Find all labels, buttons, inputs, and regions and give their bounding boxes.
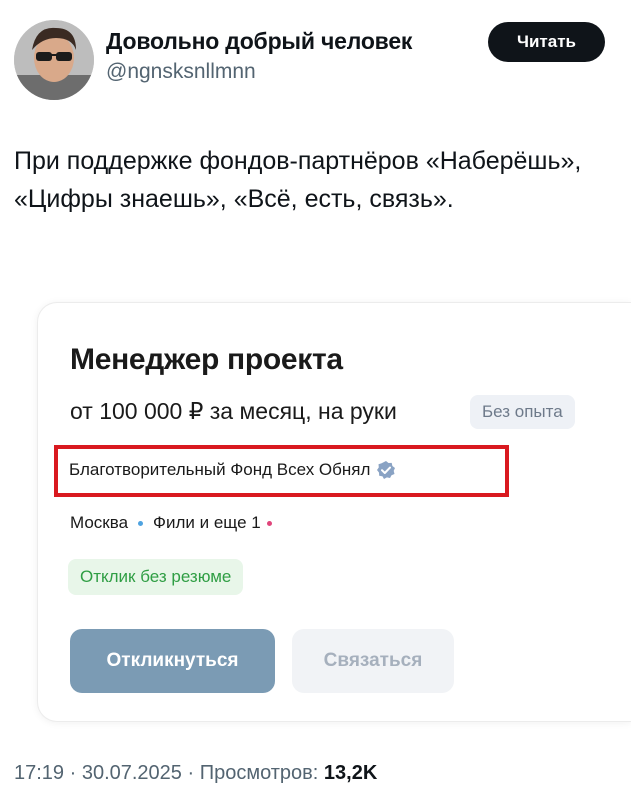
resume-badge: Отклик без резюме (68, 559, 244, 595)
job-card-image[interactable]: Менеджер проекта от 100 000 ₽ за месяц, … (37, 302, 631, 722)
metro-station: Фили и еще 1 (153, 513, 261, 532)
follow-button[interactable]: Читать (488, 22, 605, 62)
display-name[interactable]: Довольно добрый человек (106, 28, 412, 55)
avatar[interactable] (14, 20, 94, 100)
apply-button[interactable]: Откликнуться (70, 629, 275, 693)
timestamp[interactable]: 17:19 · 30.07.2025 · Просмотров: (14, 762, 318, 784)
metro-line-icon (138, 520, 144, 526)
user-handle[interactable]: @ngnsksnllmnn (106, 60, 256, 84)
view-count: 13,2K (323, 762, 378, 784)
contact-button[interactable]: Связаться (292, 629, 454, 693)
job-title: Менеджер проекта (70, 343, 343, 376)
tweet-text: При поддержке фондов-партнёров «Наберёшь… (14, 147, 582, 213)
tweet-meta: 17:19 · 30.07.2025 · Просмотров: 13,2K (14, 762, 377, 785)
company-row: Благотворительный Фонд Всех Обнял (69, 460, 396, 480)
experience-badge: Без опыта (470, 395, 575, 429)
company-name: Благотворительный Фонд Всех Обнял (69, 460, 371, 479)
salary: от 100 000 ₽ за месяц, на руки (70, 398, 397, 424)
city: Москва (70, 513, 129, 532)
verified-icon (377, 461, 396, 479)
metro-line-icon (266, 520, 272, 526)
location-row: Москва Фили и еще 1 (70, 513, 282, 533)
